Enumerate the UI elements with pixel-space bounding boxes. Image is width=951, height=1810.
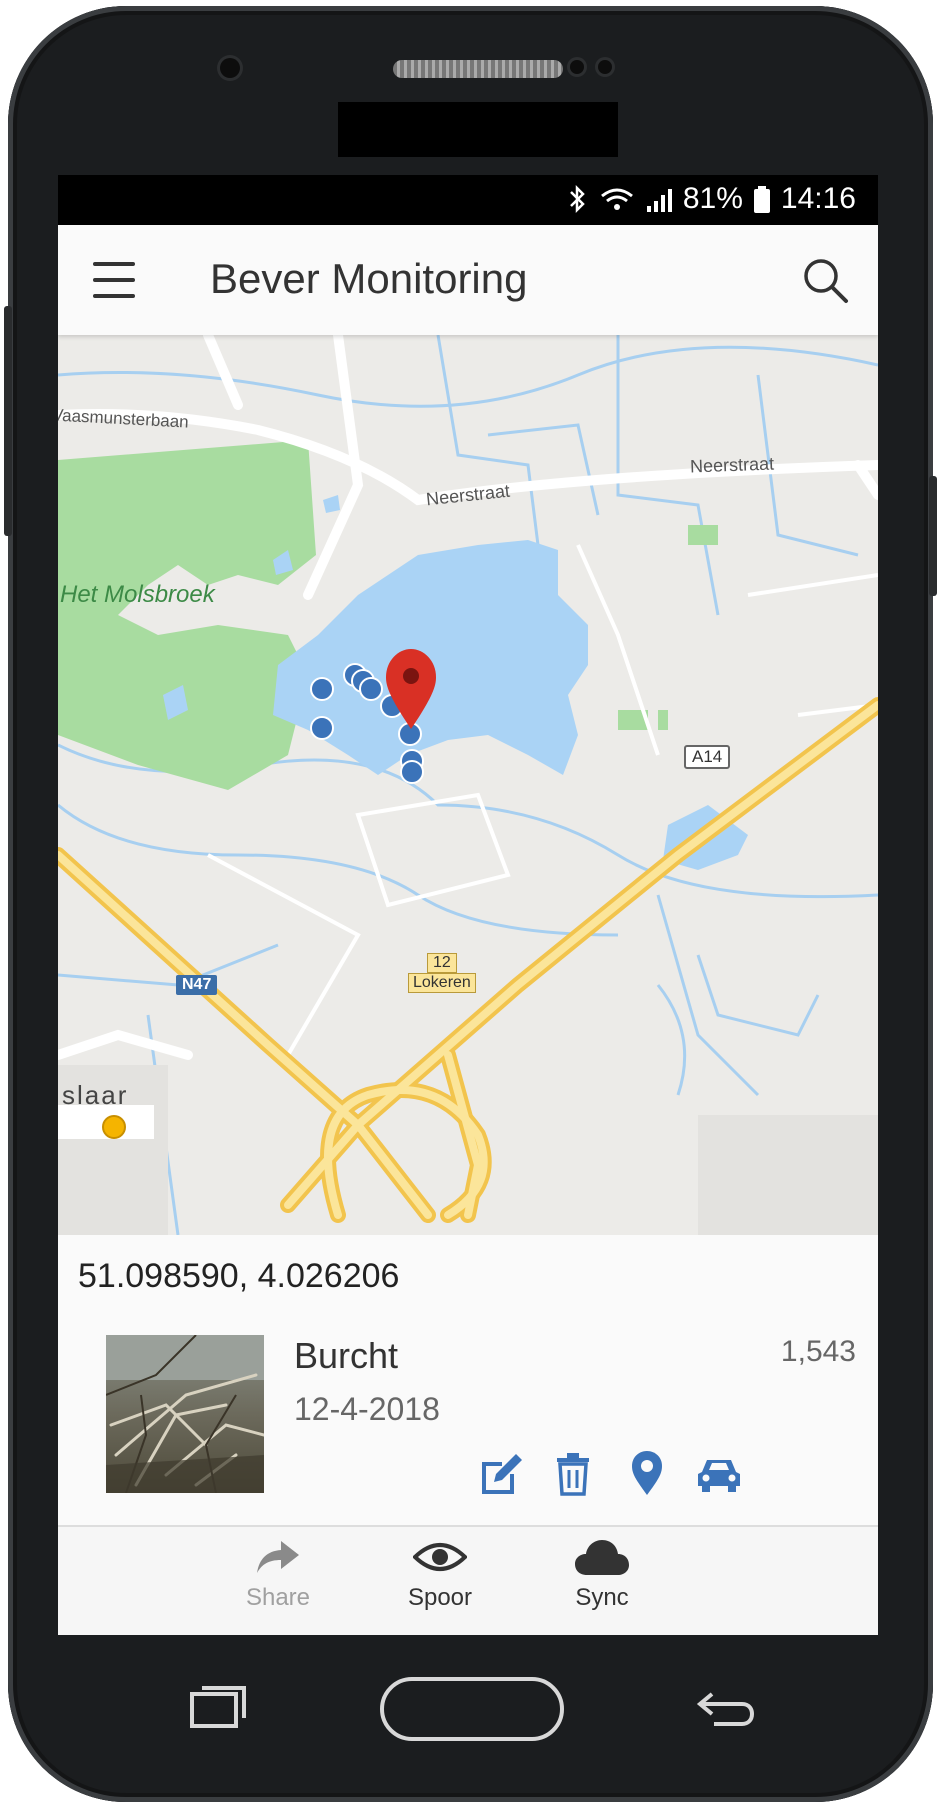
record-count: 1,543	[780, 1335, 856, 1368]
sync-button[interactable]: Sync	[542, 1537, 662, 1612]
spoor-button[interactable]: Spoor	[380, 1537, 500, 1612]
sync-label: Sync	[575, 1584, 629, 1611]
recent-apps-key[interactable]	[186, 1680, 250, 1734]
sensor-dot	[570, 60, 584, 74]
power-button	[929, 476, 937, 596]
share-label: Share	[245, 1584, 311, 1611]
record-date: 12-4-2018	[294, 1391, 440, 1427]
observation-marker[interactable]	[310, 677, 334, 701]
front-camera	[220, 58, 240, 78]
eye-icon	[412, 1543, 468, 1571]
app-bar: Bever Monitoring	[58, 225, 878, 335]
map-view[interactable]: Vaasmunsterbaan Neerstraat Neerstraat He…	[58, 330, 878, 1236]
observation-marker[interactable]	[359, 677, 383, 701]
car-icon[interactable]	[694, 1448, 744, 1498]
battery-percentage: 81%	[682, 182, 743, 215]
clock: 14:16	[780, 182, 856, 215]
search-icon[interactable]	[800, 255, 850, 305]
share-icon	[257, 1541, 299, 1573]
status-bar: 81% 14:16	[58, 175, 878, 225]
earpiece-speaker	[393, 60, 563, 78]
spoor-label: Spoor	[407, 1584, 473, 1611]
marker-layer	[310, 649, 436, 784]
location-icon[interactable]	[622, 1448, 672, 1498]
app-title: Bever Monitoring	[210, 255, 528, 302]
redaction-bar	[338, 102, 618, 157]
trash-icon[interactable]	[548, 1448, 598, 1498]
edit-icon[interactable]	[476, 1448, 526, 1498]
cloud-icon	[575, 1540, 629, 1575]
screen: 81% 14:16 Bever Monitoring Vaasmunsterba…	[58, 175, 878, 1635]
coordinates-text: 51.098590, 4.026206	[78, 1257, 400, 1295]
back-key[interactable]	[694, 1680, 758, 1734]
wifi-icon	[600, 188, 633, 210]
observation-marker[interactable]	[310, 716, 334, 740]
home-key[interactable]	[380, 1677, 564, 1741]
menu-icon[interactable]	[93, 260, 137, 300]
observation-marker[interactable]	[400, 760, 424, 784]
record-photo[interactable]	[106, 1335, 264, 1493]
sensor-dot	[598, 60, 612, 74]
bottom-navigation: Share Spoor Sync	[58, 1527, 878, 1635]
battery-icon	[753, 186, 770, 213]
volume-button	[4, 306, 12, 536]
share-button[interactable]: Share	[218, 1537, 338, 1612]
signal-icon	[646, 189, 672, 212]
record-name: Burcht	[294, 1335, 399, 1376]
bluetooth-icon	[569, 184, 585, 214]
